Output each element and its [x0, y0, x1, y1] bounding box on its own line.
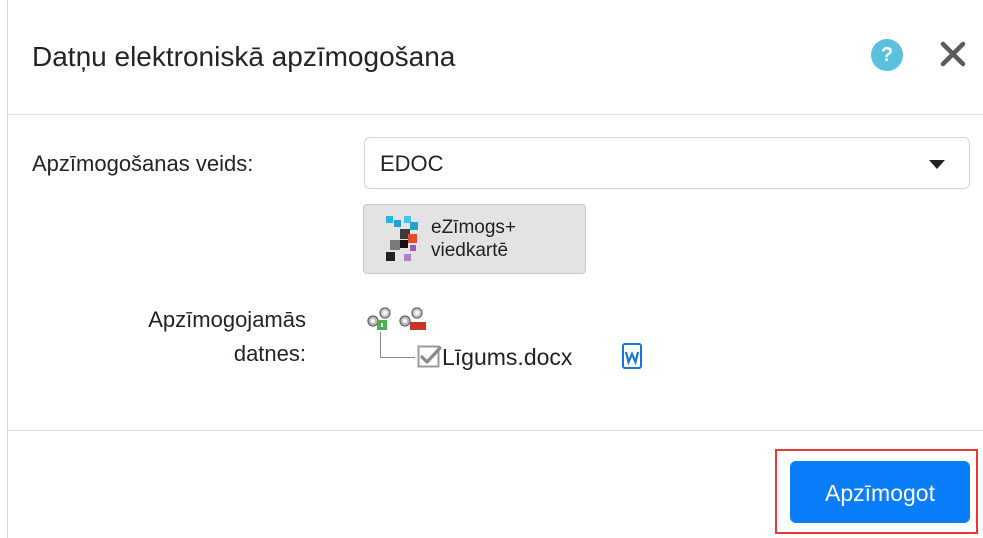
tree-connector: [380, 332, 415, 358]
ezimogs-logo-icon: [386, 216, 418, 261]
ezimogs-label-line1: eZīmogs+: [431, 217, 517, 238]
dialog-title: Datņu elektroniskā apzīmogošana: [32, 41, 456, 72]
file-name[interactable]: Līgums.docx: [442, 344, 572, 371]
files-label-line2: datnes:: [233, 341, 306, 366]
help-icon[interactable]: ?: [871, 39, 903, 71]
chevron-down-icon: [929, 160, 945, 169]
stamp-type-value: EDOC: [380, 151, 444, 176]
word-document-icon: [622, 343, 642, 374]
ezimogs-label-line2: viedkartē: [431, 240, 509, 261]
ezimogs-smartcard-button[interactable]: eZīmogs+ viedkartē: [363, 204, 586, 274]
close-icon[interactable]: [933, 34, 973, 74]
ezimogs-label: eZīmogs+ viedkartē: [431, 216, 516, 262]
files-label-line1: Apzīmogojamās: [148, 307, 306, 332]
dialog-header: Datņu elektroniskā apzīmogošana ?: [8, 0, 983, 115]
select-all-icon[interactable]: [367, 307, 391, 330]
files-label: Apzīmogojamās datnes:: [106, 303, 306, 371]
file-checkbox[interactable]: [417, 345, 442, 375]
stamp-type-select[interactable]: EDOC: [364, 137, 970, 189]
footer-divider: [8, 430, 983, 431]
stamp-submit-button[interactable]: Apzīmogot: [790, 461, 970, 523]
stamp-dialog: Datņu elektroniskā apzīmogošana ? Apzīmo…: [7, 0, 983, 538]
deselect-all-icon[interactable]: [399, 307, 426, 330]
stamp-type-label: Apzīmogošanas veids:: [32, 151, 254, 176]
